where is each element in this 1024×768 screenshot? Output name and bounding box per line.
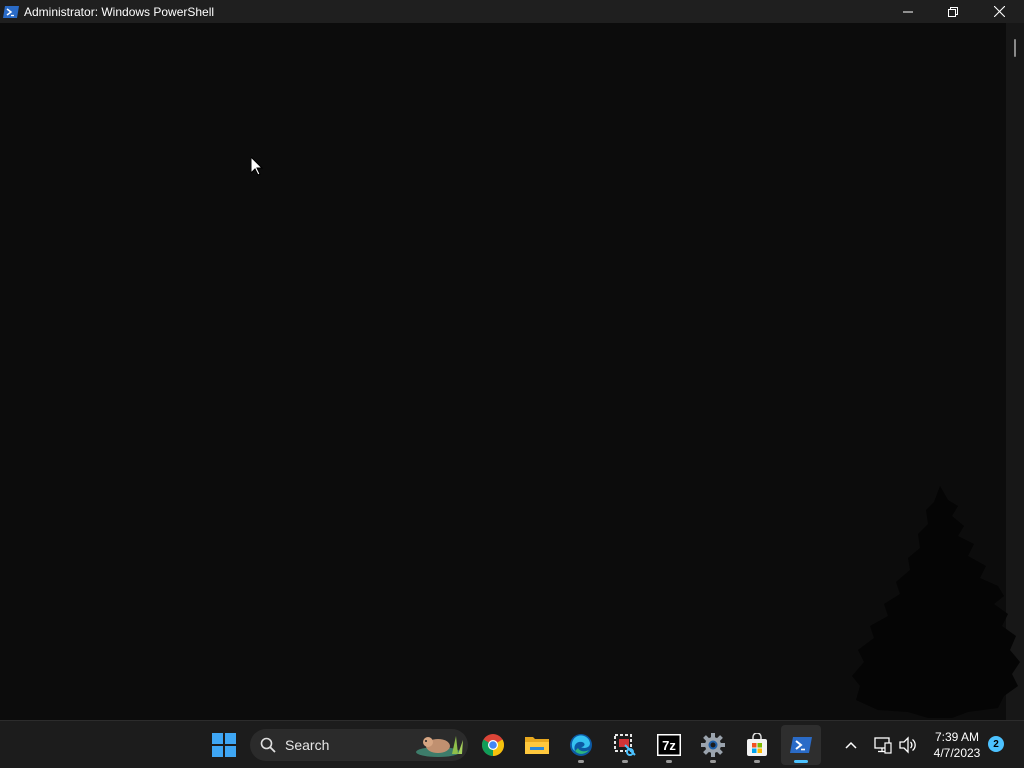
network-icon[interactable] [874,736,892,754]
7zip-label: 7z [662,738,676,753]
title-bar[interactable]: Administrator: Windows PowerShell [0,0,1024,23]
restore-icon [948,6,958,17]
powershell-icon [3,5,19,19]
store-icon [747,733,767,756]
notification-badge[interactable]: 2 [988,736,1004,752]
window-title: Administrator: Windows PowerShell [24,4,215,19]
system-clock[interactable]: 7:39 AM 4/7/2023 [924,729,990,761]
taskbar-app-edge[interactable] [561,725,601,765]
taskbar-app-settings[interactable] [693,725,733,765]
active-indicator [794,760,808,763]
start-button[interactable] [204,725,244,765]
tree-silhouette-icon [852,486,1020,718]
taskbar-app-chrome[interactable] [473,725,513,765]
running-indicator [666,760,672,763]
restore-button[interactable] [930,0,976,23]
speaker-icon[interactable] [899,736,917,754]
scrollbar-thumb[interactable] [1014,39,1016,57]
clock-time: 7:39 AM [934,730,980,744]
taskbar-app-powershell[interactable] [781,725,821,765]
clock-date: 4/7/2023 [933,746,981,760]
chevron-up-icon[interactable] [843,737,859,753]
windows-start-icon [212,733,236,757]
close-button[interactable] [976,0,1022,23]
minimize-button[interactable] [885,0,931,23]
gear-icon [701,733,725,757]
search-highlight-icon [416,736,463,757]
chrome-icon [482,734,504,756]
mouse-cursor-icon [251,157,263,176]
taskbar-app-store[interactable] [737,725,777,765]
taskbar-app-7zip[interactable]: 7z [649,725,689,765]
taskbar: Search 7z 7:39 AM 4/7/2023 2 [0,720,1024,768]
taskbar-search-box[interactable]: Search [250,729,468,761]
taskbar-app-file-explorer[interactable] [517,725,557,765]
edge-icon [570,734,592,756]
folder-icon [525,737,549,754]
running-indicator [578,760,584,763]
minimize-icon [903,11,913,12]
7zip-icon: 7z [657,734,681,756]
running-indicator [622,760,628,763]
search-icon [260,737,276,753]
powershell-icon [790,737,812,753]
taskbar-app-snipping-tool[interactable] [605,725,645,765]
running-indicator [754,760,760,763]
search-placeholder: Search [285,737,330,753]
close-icon [993,6,1005,17]
snipping-tool-icon [614,734,636,756]
running-indicator [710,760,716,763]
